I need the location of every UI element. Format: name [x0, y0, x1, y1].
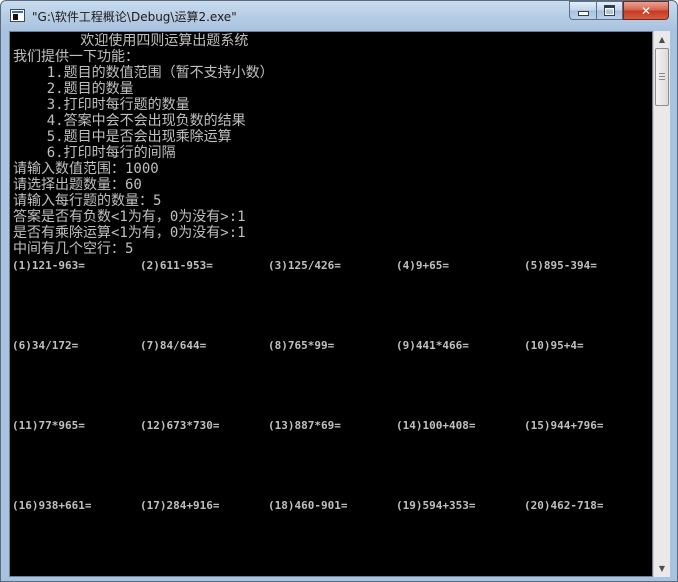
- problem-item: (15)944+796=: [524, 419, 604, 432]
- problem-item: (7)84/644=: [140, 339, 207, 352]
- minimize-button[interactable]: [569, 1, 596, 20]
- console-line: 3.打印时每行题的数量: [13, 97, 190, 113]
- problem-item: (12)673*730=: [140, 419, 220, 432]
- console-line: 6.打印时每行的间隔: [13, 145, 176, 161]
- grip-line: [659, 76, 665, 77]
- window-title: "G:\软件工程概论\Debug\运算2.exe": [32, 10, 237, 24]
- problem-item: (18)460-901=: [268, 499, 348, 512]
- problem-item: (4)9+65=: [396, 259, 449, 272]
- console-line: 4.答案中会不会出现负数的结果: [13, 113, 246, 129]
- problem-item: (5)895-394=: [524, 259, 597, 272]
- console-line: 是否有乘除运算<1为有，0为没有>:1: [13, 225, 246, 241]
- console-line: 答案是否有负数<1为有，0为没有>:1: [13, 209, 246, 225]
- maximize-button[interactable]: [596, 1, 623, 20]
- console-line: 中间有几个空行：5: [13, 241, 134, 257]
- console-line: 1.题目的数值范围（暂不支持小数）: [13, 65, 274, 81]
- console-line: 2.题目的数量: [13, 81, 134, 97]
- console-line: 欢迎使用四则运算出题系统: [13, 33, 249, 49]
- console-window: "G:\软件工程概论\Debug\运算2.exe" ✕ 欢迎使用四则运算出题系统…: [0, 0, 678, 582]
- window-controls: ✕: [569, 1, 669, 21]
- console-output[interactable]: 欢迎使用四则运算出题系统 我们提供一下功能： 1.题目的数值范围（暂不支持小数） …: [9, 31, 653, 577]
- problem-item: (8)765*99=: [268, 339, 335, 352]
- problem-item: (6)34/172=: [12, 339, 79, 352]
- scrollbar-thumb[interactable]: [655, 48, 669, 106]
- problem-item: (14)100+408=: [396, 419, 476, 432]
- close-button[interactable]: ✕: [623, 1, 669, 20]
- grip-line: [659, 73, 665, 74]
- problem-item: (3)125/426=: [268, 259, 341, 272]
- problem-item: (16)938+661=: [12, 499, 92, 512]
- console-line: 请输入数值范围：1000: [13, 161, 159, 177]
- problem-item: (9)441*466=: [396, 339, 469, 352]
- problem-item: (11)77*965=: [12, 419, 85, 432]
- problem-item: (20)462-718=: [524, 499, 604, 512]
- close-icon: ✕: [640, 3, 652, 18]
- title-bar[interactable]: "G:\软件工程概论\Debug\运算2.exe" ✕: [1, 1, 677, 31]
- console-line: 5.题目中是否会出现乘除运算: [13, 129, 232, 145]
- scroll-down-button[interactable]: ▼: [654, 560, 670, 577]
- grip-line: [659, 79, 665, 80]
- scroll-up-button[interactable]: ▲: [654, 31, 670, 48]
- problem-item: (13)887*69=: [268, 419, 341, 432]
- console-app-icon[interactable]: [10, 9, 25, 22]
- problem-item: (19)594+353=: [396, 499, 476, 512]
- maximize-icon: [604, 5, 615, 16]
- chevron-down-icon: ▼: [658, 564, 666, 573]
- problem-item: (17)284+916=: [140, 499, 220, 512]
- vertical-scrollbar[interactable]: ▲ ▼: [653, 31, 670, 577]
- console-line: 请选择出题数量：60: [13, 177, 142, 193]
- problem-item: (10)95+4=: [524, 339, 584, 352]
- console-line: 请输入每行题的数量：5: [13, 193, 162, 209]
- problem-item: (2)611-953=: [140, 259, 213, 272]
- minimize-icon: [577, 11, 589, 16]
- console-line: 我们提供一下功能：: [13, 49, 139, 65]
- problem-item: (1)121-963=: [12, 259, 85, 272]
- chevron-up-icon: ▲: [658, 35, 666, 44]
